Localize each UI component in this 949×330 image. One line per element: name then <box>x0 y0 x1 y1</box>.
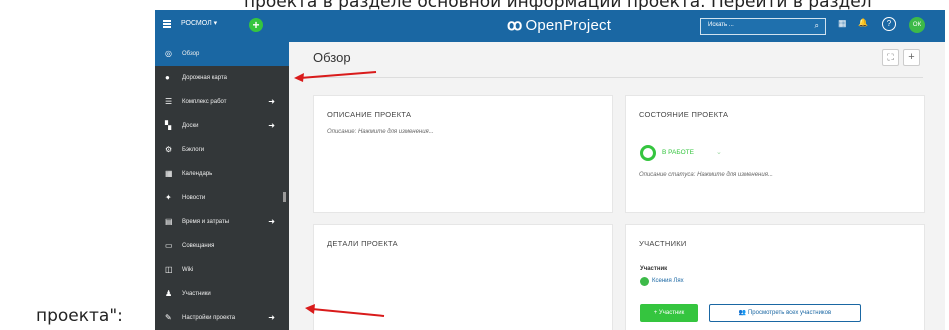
sidebar-item-label: Календарь <box>182 171 213 177</box>
search-placeholder: Искать ... <box>708 22 734 28</box>
sidebar-item-project-settings[interactable]: ✎ Настройки проекта ➜ <box>155 306 289 330</box>
sidebar-item-time-costs[interactable]: ▤ Время и затраты ➜ <box>155 210 289 234</box>
view-all-members-button[interactable]: 👥 Просмотреть всех участников <box>709 304 861 322</box>
sidebar-item-label: Время и затраты <box>182 219 230 225</box>
logo-text: OpenProject <box>525 17 612 34</box>
sidebar-item-label: Бэклоги <box>182 147 205 153</box>
sidebar-item-roadmap[interactable]: ● Дорожная карта <box>155 66 289 90</box>
sidebar-item-backlogs[interactable]: ⚙ Бэклоги <box>155 138 289 162</box>
members-icon: ♟ <box>165 289 173 298</box>
view-all-members-label: Просмотреть всех участников <box>747 310 832 316</box>
search-icon[interactable]: ⌕ <box>815 21 819 31</box>
title-divider <box>313 77 923 78</box>
expand-arrow-icon[interactable]: ➜ <box>268 210 275 234</box>
time-costs-icon: ▤ <box>165 217 173 226</box>
calendar-icon: ▦ <box>165 169 173 178</box>
instruction-text-top: проекта в разделе основной информации пр… <box>244 0 872 10</box>
annotation-arrow-roadmap <box>294 71 377 82</box>
openproject-logo: ꝏ OpenProject <box>507 16 611 34</box>
sidebar-item-label: Комплекс работ <box>182 99 227 105</box>
backlogs-icon: ⚙ <box>165 145 173 154</box>
main-content: Обзор ⛶ + Описание проекта Описание: Наж… <box>289 42 945 330</box>
settings-wrench-icon: ✎ <box>165 313 172 322</box>
project-selector[interactable]: РОСМОЛ ▾ <box>181 19 217 27</box>
sidebar-item-wiki[interactable]: ◫ Wiki <box>155 258 289 282</box>
modules-grid-icon[interactable]: ▦ <box>838 18 847 29</box>
sidebar-item-members[interactable]: ♟ Участники <box>155 282 289 306</box>
widget-title: Участники <box>639 239 687 248</box>
project-sidebar: ◎ Обзор ● Дорожная карта ☰ Комплекс рабо… <box>155 42 289 330</box>
page-title: Обзор <box>313 50 351 65</box>
description-text[interactable]: Описание: Нажмите для изменения... <box>327 129 434 135</box>
project-status-widget: Состояние проекта В РАБОТЕ ⌄ Описание ст… <box>625 95 925 213</box>
status-label: В РАБОТЕ <box>662 149 694 156</box>
add-widget-button[interactable]: + <box>903 49 920 66</box>
expand-arrow-icon[interactable]: ➜ <box>268 306 275 330</box>
sidebar-item-label: Настройки проекта <box>182 315 236 321</box>
members-widget: Участники Участник Ксения Лях + Участник… <box>625 224 925 330</box>
sidebar-item-calendar[interactable]: ▦ Календарь <box>155 162 289 186</box>
status-description-text[interactable]: Описание статуса: Нажмите для изменения.… <box>639 172 773 178</box>
sidebar-item-news[interactable]: ✦ Новости <box>155 186 289 210</box>
widget-title: Описание проекта <box>327 110 412 119</box>
member-name-link[interactable]: Ксения Лях <box>652 278 684 284</box>
status-ring-icon <box>640 145 656 161</box>
add-member-button[interactable]: + Участник <box>640 304 698 322</box>
sidebar-resize-handle[interactable] <box>283 192 286 202</box>
widget-title: Состояние проекта <box>639 110 729 119</box>
help-icon[interactable]: ? <box>882 17 896 31</box>
chevron-down-icon: ⌄ <box>716 149 722 156</box>
sidebar-item-meetings[interactable]: ▭ Совещания <box>155 234 289 258</box>
top-header: РОСМОЛ ▾ + ꝏ OpenProject Искать ... ⌕ ▦ 🔔… <box>155 10 945 42</box>
sidebar-item-label: Wiki <box>182 267 194 273</box>
logo-mark-icon: ꝏ <box>507 17 523 34</box>
sidebar-item-label: Новости <box>182 195 206 201</box>
members-group-icon: 👥 <box>738 310 747 316</box>
roadmap-icon: ● <box>165 73 170 82</box>
hamburger-menu-icon[interactable] <box>163 20 171 28</box>
news-icon: ✦ <box>165 193 172 202</box>
user-avatar[interactable]: ОК <box>909 17 925 33</box>
annotation-arrow-settings <box>305 304 385 317</box>
notifications-bell-icon[interactable]: 🔔 <box>858 18 868 27</box>
sidebar-item-label: Участники <box>182 291 211 297</box>
create-new-button[interactable]: + <box>249 18 263 32</box>
sidebar-item-boards[interactable]: ▚ Доски ➜ <box>155 114 289 138</box>
work-packages-icon: ☰ <box>165 97 173 106</box>
instruction-text-left: проекта": <box>36 306 123 326</box>
wiki-icon: ◫ <box>165 265 173 274</box>
sidebar-item-label: Совещания <box>182 243 215 249</box>
search-input[interactable]: Искать ... ⌕ <box>700 18 826 35</box>
member-role-label: Участник <box>640 266 668 272</box>
overview-icon: ◎ <box>165 49 172 58</box>
sidebar-item-label: Обзор <box>182 51 200 57</box>
member-avatar <box>640 277 649 286</box>
openproject-window: РОСМОЛ ▾ + ꝏ OpenProject Искать ... ⌕ ▦ 🔔… <box>155 10 945 330</box>
sidebar-item-label: Дорожная карта <box>182 75 227 81</box>
expand-arrow-icon[interactable]: ➜ <box>268 90 275 114</box>
boards-icon: ▚ <box>165 121 172 130</box>
expand-arrow-icon[interactable]: ➜ <box>268 114 275 138</box>
meetings-icon: ▭ <box>165 241 173 250</box>
widget-title: Детали проекта <box>327 239 398 248</box>
sidebar-item-work-packages[interactable]: ☰ Комплекс работ ➜ <box>155 90 289 114</box>
fullscreen-icon[interactable]: ⛶ <box>882 49 899 66</box>
project-description-widget: Описание проекта Описание: Нажмите для и… <box>313 95 613 213</box>
sidebar-item-label: Доски <box>182 123 199 129</box>
sidebar-item-overview[interactable]: ◎ Обзор <box>155 42 289 66</box>
